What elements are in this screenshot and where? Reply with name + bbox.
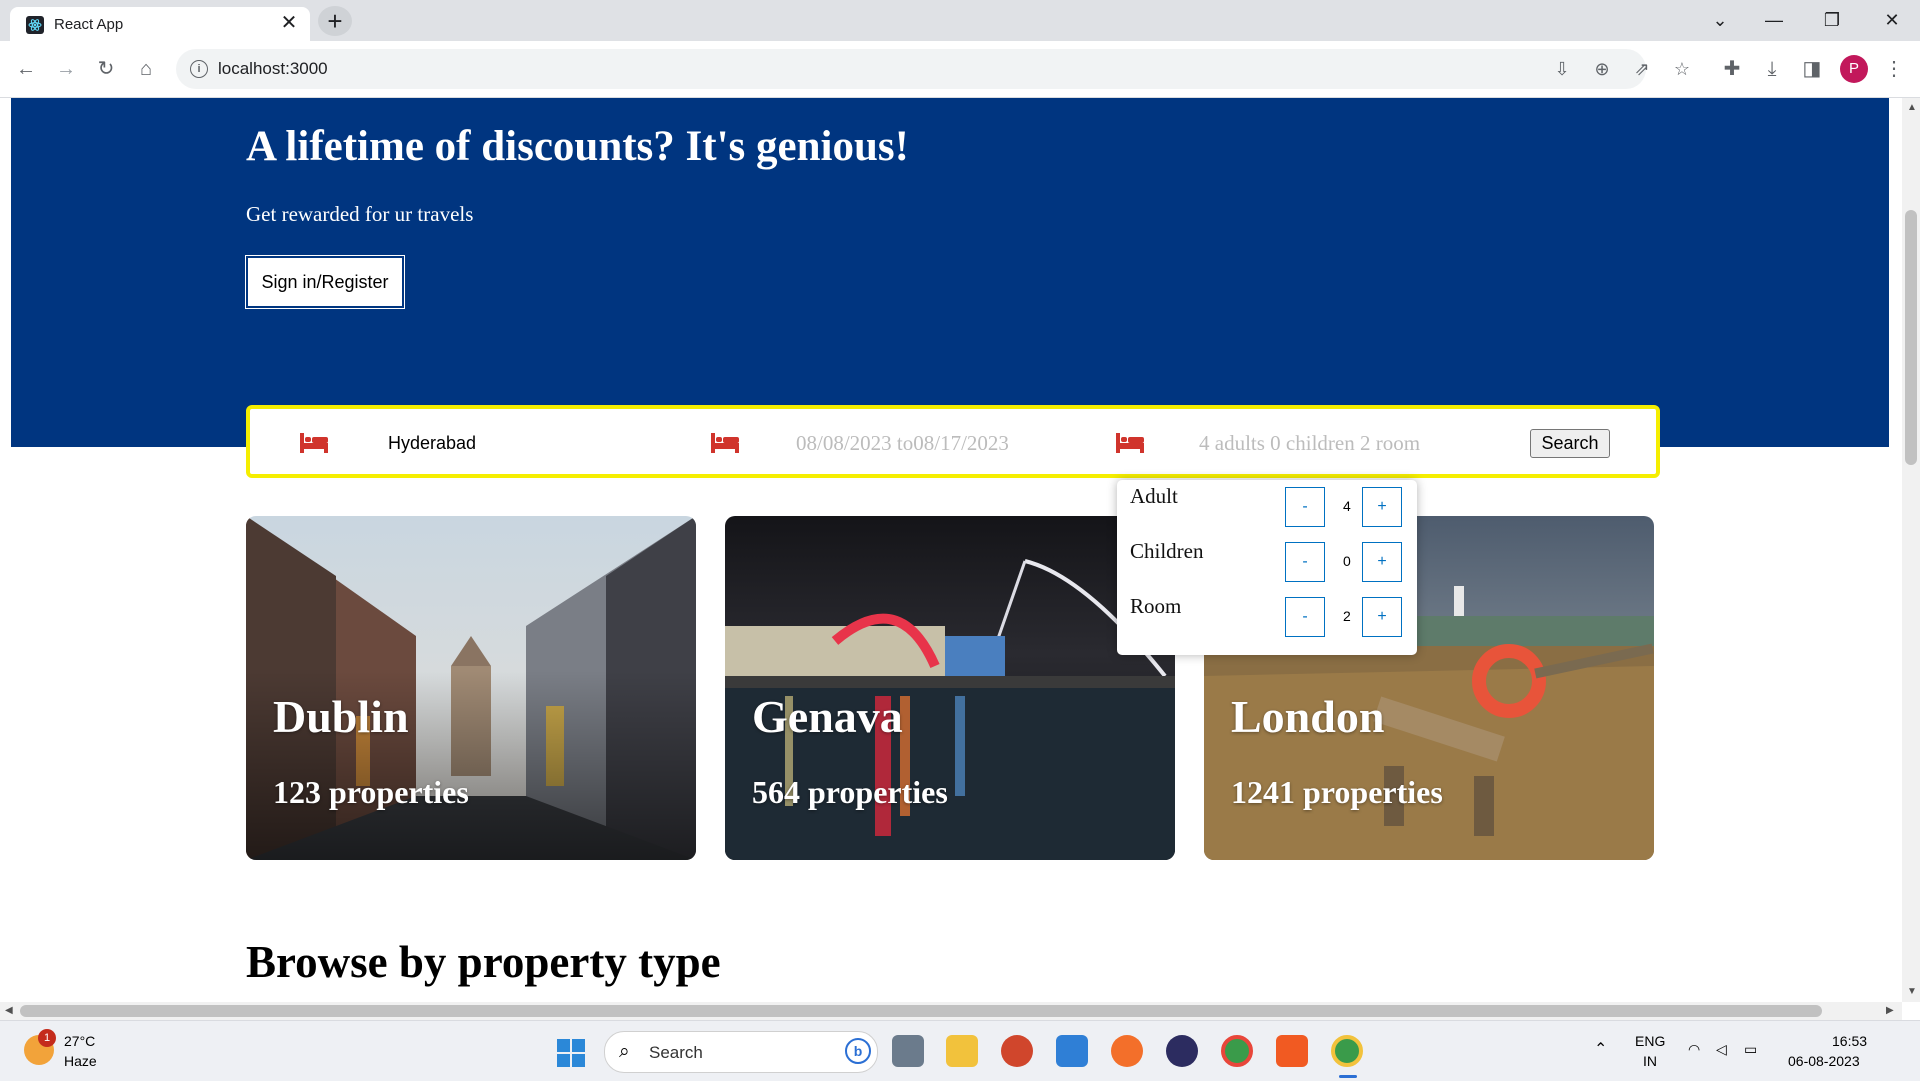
date-range-field[interactable]: 08/08/2023 to08/17/2023 [796, 431, 1009, 456]
scroll-left-arrow-icon[interactable]: ◀ [5, 1005, 13, 1016]
hero-subtitle: Get rewarded for ur travels [246, 202, 474, 226]
brave-icon[interactable] [1276, 1035, 1308, 1067]
taskbar: 1 27°C Haze ⌕ Search b ⌃ ENG IN ◠ ◁ ▭ 16… [0, 1020, 1920, 1081]
battery-icon[interactable]: ▭ [1744, 1041, 1757, 1058]
vertical-scroll-thumb[interactable] [1905, 210, 1917, 465]
chrome-profile-icon[interactable] [1331, 1035, 1363, 1067]
adult-increment-button[interactable]: + [1362, 487, 1402, 527]
show-hidden-icons-chevron-icon[interactable]: ⌃ [1594, 1039, 1607, 1059]
windows-start-icon[interactable] [556, 1038, 586, 1068]
city-name: Dublin [273, 691, 409, 742]
url-text[interactable]: localhost:3000 [218, 59, 328, 79]
option-label: Children [1130, 539, 1204, 563]
taskbar-search-placeholder: Search [649, 1043, 703, 1062]
room-increment-button[interactable]: + [1362, 597, 1402, 637]
scroll-right-arrow-icon[interactable]: ▶ [1886, 1005, 1894, 1016]
children-count: 0 [1343, 553, 1351, 569]
close-window-button[interactable]: ✕ [1872, 4, 1912, 36]
menu-kebab-icon[interactable]: ⋮ [1880, 55, 1908, 83]
notification-badge: 1 [38, 1029, 56, 1047]
vertical-scrollbar[interactable]: ▲ ▼ [1902, 98, 1920, 1002]
city-property-count: 564 properties [752, 774, 948, 810]
scroll-up-arrow-icon[interactable]: ▲ [1907, 102, 1917, 113]
city-card-dublin[interactable]: Dublin 123 properties [246, 516, 696, 860]
search-bar: Hyderabad 08/08/2023 to08/17/2023 4 adul… [246, 405, 1660, 478]
close-tab-icon[interactable]: ✕ [278, 12, 300, 34]
taskbar-search-box[interactable]: ⌕ Search b [604, 1031, 878, 1073]
tab-search-chevron-icon[interactable]: ⌄ [1700, 4, 1740, 36]
install-app-icon[interactable]: ⇩ [1550, 57, 1574, 81]
adult-decrement-button[interactable]: - [1285, 487, 1325, 527]
task-view-icon[interactable] [892, 1035, 924, 1067]
scroll-down-arrow-icon[interactable]: ▼ [1907, 986, 1917, 997]
home-icon[interactable]: ⌂ [132, 55, 160, 83]
restore-button[interactable]: ❐ [1812, 4, 1852, 36]
bing-icon[interactable]: b [845, 1038, 871, 1064]
file-explorer-icon[interactable] [946, 1035, 978, 1067]
city-name: London [1231, 691, 1385, 742]
option-row-children: Children - 0 + [1117, 535, 1417, 582]
eclipse-icon[interactable] [1166, 1035, 1198, 1067]
region-indicator[interactable]: IN [1643, 1053, 1657, 1069]
adult-count: 4 [1343, 498, 1351, 514]
hero-title: A lifetime of discounts? It's genious! [246, 123, 909, 170]
children-increment-button[interactable]: + [1362, 542, 1402, 582]
signin-register-button[interactable]: Sign in/Register [246, 256, 404, 308]
zoom-icon[interactable]: ⊕ [1590, 57, 1614, 81]
children-decrement-button[interactable]: - [1285, 542, 1325, 582]
wifi-icon[interactable]: ◠ [1688, 1041, 1700, 1058]
section-title: Browse by property type [246, 937, 721, 987]
option-label: Room [1130, 594, 1182, 618]
address-bar[interactable]: i localhost:3000 ⇩ ⊕ ⇗ ☆ [176, 49, 1690, 89]
firefox-icon[interactable] [1111, 1035, 1143, 1067]
bookmark-star-icon[interactable]: ☆ [1670, 57, 1694, 81]
guest-options-field[interactable]: 4 adults 0 children 2 room [1199, 431, 1420, 456]
reload-icon[interactable]: ↻ [92, 55, 120, 83]
site-info-icon[interactable]: i [190, 60, 208, 78]
horizontal-scrollbar[interactable]: ◀ ▶ [0, 1002, 1902, 1020]
clock-time[interactable]: 16:53 [1832, 1033, 1867, 1049]
back-icon[interactable]: ← [12, 55, 40, 83]
extensions-icon[interactable]: ✚ [1718, 55, 1746, 83]
forward-icon[interactable]: → [52, 55, 80, 83]
city-property-count: 1241 properties [1231, 774, 1443, 810]
browser-tabstrip: React App ✕ + ⌄ — ❐ ✕ [0, 0, 1920, 41]
language-indicator[interactable]: ENG [1635, 1033, 1665, 1049]
option-row-adult: Adult - 4 + [1117, 480, 1417, 527]
bed-icon [1116, 433, 1144, 453]
profile-avatar[interactable]: P [1840, 55, 1868, 83]
weather-temperature[interactable]: 27°C [64, 1033, 95, 1049]
bed-icon [711, 433, 739, 453]
minimize-button[interactable]: — [1754, 4, 1794, 36]
side-panel-icon[interactable]: ◨ [1798, 55, 1826, 83]
powerpoint-icon[interactable] [1001, 1035, 1033, 1067]
bed-icon [300, 433, 328, 453]
clock-date[interactable]: 06-08-2023 [1788, 1053, 1860, 1069]
city-property-count: 123 properties [273, 774, 469, 810]
mail-icon[interactable] [1056, 1035, 1088, 1067]
horizontal-scroll-thumb[interactable] [20, 1005, 1822, 1017]
room-decrement-button[interactable]: - [1285, 597, 1325, 637]
downloads-icon[interactable]: ⤓ [1758, 55, 1786, 83]
share-icon[interactable]: ⇗ [1630, 57, 1654, 81]
search-icon: ⌕ [619, 1041, 630, 1062]
weather-condition[interactable]: Haze [64, 1053, 97, 1069]
new-tab-button[interactable]: + [318, 6, 352, 36]
city-card-genava[interactable]: Genava 564 properties [725, 516, 1175, 860]
active-app-indicator [1339, 1075, 1357, 1078]
browser-tab[interactable]: React App ✕ [10, 7, 310, 41]
guest-options-popup: Adult - 4 + Children - 0 + Room - 2 + [1117, 480, 1417, 655]
react-icon [26, 16, 44, 34]
browser-toolbar: ← → ↻ ⌂ i localhost:3000 ⇩ ⊕ ⇗ ☆ ✚ ⤓ ◨ P… [0, 41, 1920, 98]
option-row-room: Room - 2 + [1117, 590, 1417, 637]
destination-input[interactable]: Hyderabad [388, 433, 476, 454]
tab-title: React App [54, 16, 124, 33]
volume-icon[interactable]: ◁ [1716, 1041, 1727, 1058]
chrome-icon[interactable] [1221, 1035, 1253, 1067]
option-label: Adult [1130, 484, 1178, 508]
page-viewport: A lifetime of discounts? It's genious! G… [0, 98, 1902, 1002]
search-button[interactable]: Search [1530, 429, 1610, 458]
city-name: Genava [752, 691, 903, 742]
room-count: 2 [1343, 608, 1351, 624]
